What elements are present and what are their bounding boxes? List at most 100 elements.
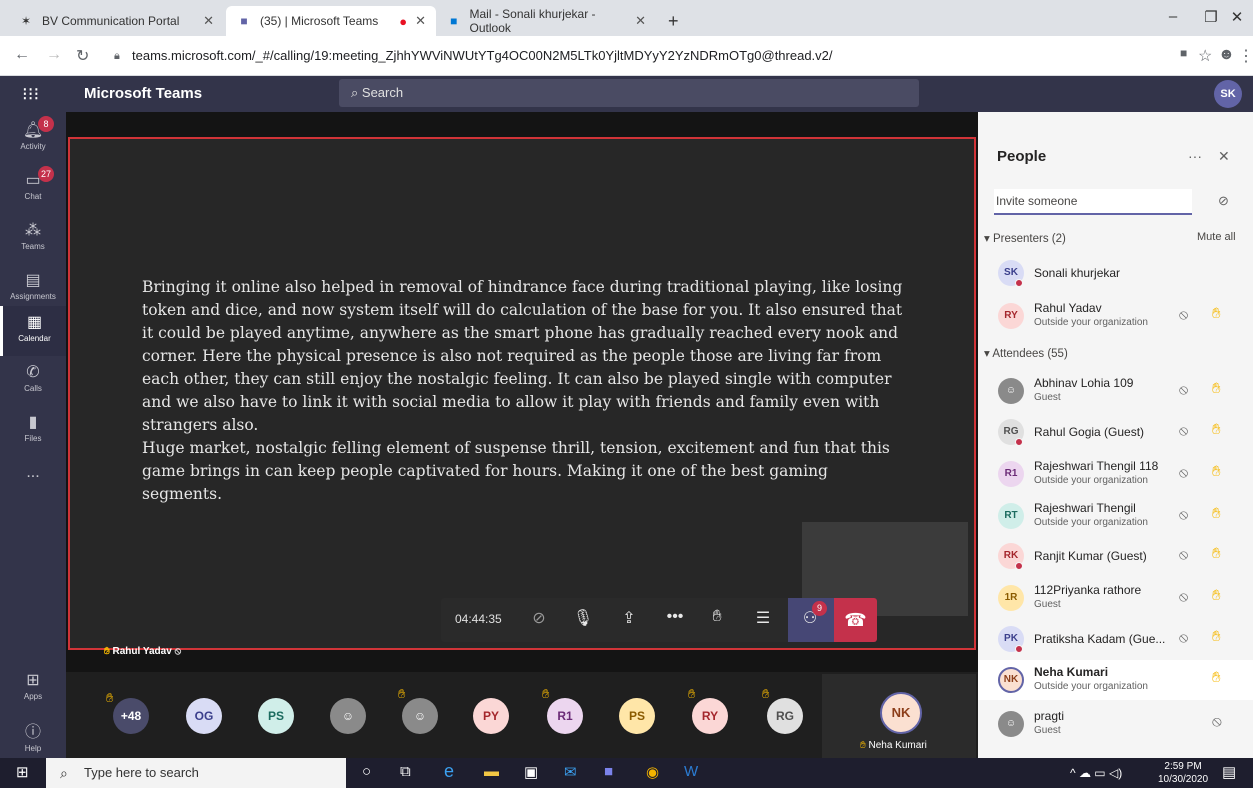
avatar: RY (998, 303, 1024, 329)
mic-muted-icon[interactable]: ⦸ (1179, 422, 1188, 439)
notifications-icon[interactable]: ▤ (1222, 763, 1236, 781)
call-timer: 04:44:35 (455, 612, 502, 626)
rail-label: Files (24, 434, 42, 443)
more-participants[interactable]: +48 (113, 698, 149, 734)
participant-name: Neha Kumari (1034, 665, 1109, 679)
rail-calendar[interactable]: ▦ Calendar (0, 306, 66, 356)
close-icon[interactable]: ✕ (1218, 148, 1230, 165)
participant-row[interactable]: RT Rajeshwari Thengil Outside your organ… (978, 496, 1253, 536)
close-icon[interactable]: ✕ (415, 13, 426, 29)
mute-all-button[interactable]: Mute all (1197, 231, 1236, 243)
tab-outlook[interactable]: ■ Mail - Sonali khurjekar - Outlook ✕ (436, 6, 656, 36)
people-button[interactable]: ⚇ 9 (788, 598, 834, 642)
mic-icon[interactable]: 🎙︎ (571, 608, 595, 628)
participant-avatar[interactable]: PS (619, 698, 655, 734)
presenters-header[interactable]: ▾ Presenters (2) (984, 231, 1066, 245)
attendees-header[interactable]: ▾ Attendees (55) (984, 346, 1068, 360)
participant-row[interactable]: ☺ pragti Guest ⦸ (978, 704, 1253, 744)
participant-row[interactable]: 1R 112Priyanka rathore Guest ⦸ ✋︎ (978, 578, 1253, 618)
avatar: RT (998, 503, 1024, 529)
chevron-down-icon: ▾ (984, 233, 990, 245)
mail-icon[interactable]: ✉ (564, 763, 577, 781)
clock[interactable]: 2:59 PM 10/30/2020 (1158, 760, 1208, 786)
participant-avatar[interactable]: ☺ (402, 698, 438, 734)
more-icon: ... (26, 464, 40, 481)
participant-row[interactable]: RG Rahul Gogia (Guest) ⦸ ✋︎ (978, 412, 1253, 452)
mic-muted-icon[interactable]: ⦸ (1179, 306, 1188, 323)
participant-avatar[interactable]: RG (767, 698, 803, 734)
hang-up-button[interactable]: ☎ (834, 598, 877, 642)
mic-muted-icon[interactable]: ⦸ (1179, 381, 1188, 398)
task-view-icon[interactable]: ⧉ (400, 763, 411, 780)
brand-title: Microsoft Teams (84, 85, 203, 102)
tab-teams[interactable]: ■ (35) | Microsoft Teams ● ✕ (226, 6, 436, 36)
new-tab-button[interactable]: + (658, 6, 688, 36)
word-icon[interactable]: W (684, 763, 698, 780)
user-avatar[interactable]: SK (1214, 80, 1242, 108)
panel-title: People (997, 148, 1047, 165)
participant-row[interactable]: SK Sonali khurjekar (978, 253, 1253, 293)
participant-name: 112Priyanka rathore (1034, 583, 1142, 597)
mic-muted-icon[interactable]: ⦸ (1179, 629, 1188, 646)
participant-row[interactable]: RY Rahul Yadav Outside your organization… (978, 296, 1253, 336)
camera-off-icon[interactable]: ⊘ (527, 608, 551, 628)
invite-input[interactable]: Invite someone (994, 189, 1192, 215)
close-icon[interactable]: ✕ (635, 13, 646, 29)
participant-row[interactable]: PK Pratiksha Kadam (Gue... ⦸ ✋︎ (978, 619, 1253, 659)
participant-avatar[interactable]: R1 (547, 698, 583, 734)
rail-activity[interactable]: 🔔︎ Activity 8 (0, 114, 66, 164)
reload-icon[interactable]: ↻ (76, 46, 89, 66)
participant-avatar[interactable]: ☺ (330, 698, 366, 734)
close-window-icon[interactable]: ✕ (1214, 8, 1253, 26)
participant-avatar[interactable]: PY (473, 698, 509, 734)
system-tray-icons[interactable]: ^ ☁ ▭ ◁) (1070, 766, 1122, 780)
link-icon[interactable]: ⊘ (1218, 193, 1229, 209)
participant-row[interactable]: NK Neha Kumari Outside your organization… (978, 660, 1253, 700)
participant-avatar[interactable]: PS (258, 698, 294, 734)
rail-teams[interactable]: ⁂ Teams (0, 214, 66, 264)
rail-chat[interactable]: ▭ Chat 27 (0, 164, 66, 214)
teams-icon[interactable]: ■ (604, 763, 613, 780)
windows-start-icon[interactable]: ⊞ (16, 763, 29, 781)
chat-icon[interactable]: ☰ (751, 608, 775, 628)
file-explorer-icon[interactable]: ▬ (484, 763, 499, 780)
mic-muted-icon[interactable]: ⦸ (1212, 713, 1222, 730)
profile-icon[interactable]: ☻ (1218, 46, 1235, 64)
back-icon[interactable]: ← (14, 46, 30, 64)
cortana-icon[interactable]: ○ (362, 763, 371, 780)
more-options-icon[interactable]: ••• (663, 608, 687, 626)
store-icon[interactable]: ▣ (524, 763, 538, 781)
edge-icon[interactable]: e (444, 761, 454, 782)
rail-apps[interactable]: ⊞ Apps (0, 664, 66, 714)
menu-icon[interactable]: ⋮ (1238, 46, 1253, 66)
status-dot (1015, 438, 1023, 446)
more-options-icon[interactable]: ··· (1188, 148, 1202, 164)
teams-icon: ⁂ (25, 222, 41, 239)
mic-muted-icon[interactable]: ⦸ (1179, 546, 1188, 563)
rail-files[interactable]: ▮ Files (0, 406, 66, 456)
url-field[interactable]: 🔒︎ teams.microsoft.com/_#/calling/19:mee… (110, 43, 1190, 69)
star-icon[interactable]: ☆ (1198, 46, 1212, 66)
mic-muted-icon[interactable]: ⦸ (1179, 464, 1188, 481)
chrome-icon[interactable]: ◉ (646, 763, 659, 781)
rail-help[interactable]: ⓘ Help (0, 712, 66, 762)
search-input[interactable]: ⌕ Search (339, 79, 919, 107)
participant-row[interactable]: ☺ Abhinav Lohia 109 Guest ⦸ ✋︎ (978, 371, 1253, 411)
camera-icon[interactable]: ■ (1180, 46, 1187, 60)
share-screen-icon[interactable]: ⇪ (617, 608, 641, 628)
rail-calls[interactable]: ✆ Calls (0, 356, 66, 406)
taskbar-search[interactable]: ⌕ Type here to search (46, 758, 346, 788)
tab-bv-portal[interactable]: ✶ BV Communication Portal ✕ (8, 6, 224, 36)
raise-hand-icon[interactable]: ✋︎ (705, 608, 729, 626)
participant-avatar[interactable]: OG (186, 698, 222, 734)
participant-avatar[interactable]: RY (692, 698, 728, 734)
close-icon[interactable]: ✕ (203, 13, 214, 29)
app-launcher-icon[interactable]: ⁝⁝⁝ (22, 84, 39, 105)
participant-row[interactable]: RK Ranjit Kumar (Guest) ⦸ ✋︎ (978, 536, 1253, 576)
forward-icon[interactable]: → (46, 46, 62, 64)
rail-more[interactable]: ... (0, 458, 66, 508)
rail-label: Calendar (18, 334, 51, 343)
participant-row[interactable]: R1 Rajeshwari Thengil 118 Outside your o… (978, 454, 1253, 494)
mic-muted-icon[interactable]: ⦸ (1179, 506, 1188, 523)
mic-muted-icon[interactable]: ⦸ (1179, 588, 1188, 605)
